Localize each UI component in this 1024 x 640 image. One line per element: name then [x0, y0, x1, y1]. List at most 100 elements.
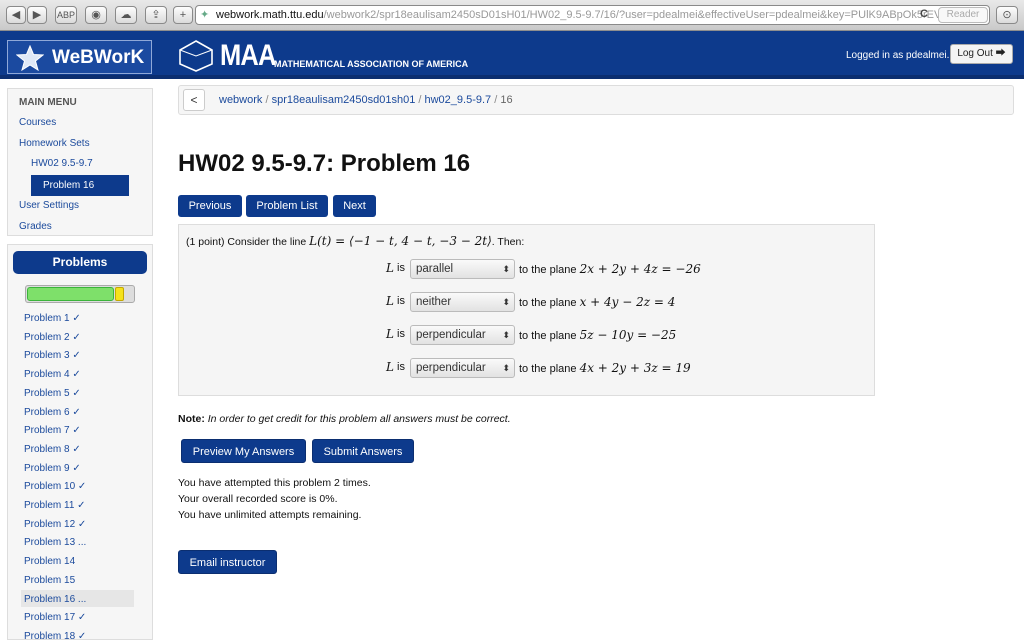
problem-list-button[interactable]: Problem List	[246, 195, 328, 217]
abp-icon[interactable]: ABP	[55, 6, 77, 24]
breadcrumb-problem: 16	[500, 94, 513, 106]
share-icon[interactable]: ⇪	[145, 6, 167, 24]
problem-link[interactable]: Problem 11 ✓	[24, 500, 86, 511]
problem-link[interactable]: Problem 9 ✓	[24, 463, 81, 474]
remaining-status: You have unlimited attempts remaining.	[178, 509, 362, 521]
plane-equation: 2x + 2y + 4z = −26	[579, 262, 701, 276]
problem-link[interactable]: Problem 16 ...	[24, 594, 86, 605]
problem-link[interactable]: Problem 4 ✓	[24, 369, 81, 380]
forward-arrow-icon[interactable]: ▶	[27, 6, 47, 24]
preview-answers-button[interactable]: Preview My Answers	[181, 439, 306, 463]
sidebar-item-homework-sets[interactable]: Homework Sets	[19, 138, 90, 149]
maa-subtitle: MATHEMATICAL ASSOCIATION OF AMERICA	[274, 59, 469, 69]
email-instructor-button[interactable]: Email instructor	[178, 550, 277, 574]
select-value: neither	[416, 296, 452, 308]
new-tab-button[interactable]: +	[173, 6, 193, 24]
progress-bar	[25, 285, 135, 303]
url-path: /webwork2/spr18eaulisam2450sD01sH01/HW02…	[323, 9, 945, 21]
progress-completed	[27, 287, 114, 301]
submit-answers-button[interactable]: Submit Answers	[312, 439, 414, 463]
next-button[interactable]: Next	[333, 195, 376, 217]
problem-link[interactable]: Problem 13 ...	[24, 537, 86, 548]
main-menu: MAIN MENU Courses Homework Sets HW02 9.5…	[7, 88, 153, 236]
is-label: is	[397, 262, 405, 274]
login-status: Logged in as pdealmei.	[846, 50, 950, 61]
problem-link[interactable]: Problem 8 ✓	[24, 444, 81, 455]
line-equation: L(t) = ⟨−1 − t, 4 − t, −3 − 2t⟩	[309, 234, 492, 248]
star-logo-icon	[16, 45, 44, 71]
problem-box: (1 point) Consider the line L(t) = ⟨−1 −…	[178, 224, 875, 396]
logout-button[interactable]: Log Out ⮕	[950, 44, 1013, 64]
line-symbol: L	[386, 360, 394, 374]
page-title: HW02 9.5-9.7: Problem 16	[178, 150, 471, 177]
is-label: is	[397, 328, 405, 340]
is-label: is	[397, 361, 405, 373]
sidebar-item-courses[interactable]: Courses	[19, 117, 56, 128]
sidebar-item-grades[interactable]: Grades	[19, 221, 52, 232]
sidebar-item-hw-set[interactable]: HW02 9.5-9.7	[31, 158, 93, 169]
to-plane-label: to the plane	[519, 264, 580, 276]
progress-current	[115, 287, 124, 301]
problem-link[interactable]: Problem 6 ✓	[24, 407, 81, 418]
breadcrumb-separator: /	[494, 94, 498, 106]
problems-panel: Problems Problem 1 ✓ Problem 2 ✓ Problem 3…	[7, 244, 153, 640]
plane-text: to the plane 5z − 10y = −25	[519, 328, 676, 342]
back-arrow-icon[interactable]: ◀	[6, 6, 26, 24]
url-bar[interactable]: ✦ webwork.math.ttu.edu/webwork2/spr18eau…	[195, 5, 990, 25]
problem-link[interactable]: Problem 2 ✓	[24, 332, 81, 343]
problem-statement: (1 point) Consider the line L(t) = ⟨−1 −…	[186, 234, 524, 248]
problem-link[interactable]: Problem 15	[24, 575, 75, 586]
previous-button[interactable]: Previous	[178, 195, 242, 217]
problem-link[interactable]: Problem 7 ✓	[24, 425, 81, 436]
cloud-icon[interactable]: ☁	[115, 6, 137, 24]
breadcrumb-course[interactable]: spr18eaulisam2450sd01sh01	[272, 94, 416, 106]
problem-link[interactable]: Problem 1 ✓	[24, 313, 81, 324]
to-plane-label: to the plane	[519, 297, 580, 309]
download-icon[interactable]: ⊙	[996, 6, 1018, 24]
breadcrumb-set[interactable]: hw02_9.5-9.7	[425, 94, 492, 106]
problem-link[interactable]: Problem 12 ✓	[24, 519, 86, 530]
problems-header: Problems	[13, 251, 147, 274]
note-label: Note:	[178, 413, 205, 425]
reader-button[interactable]: Reader	[938, 7, 988, 23]
plane-text: to the plane 4x + 2y + 3z = 19	[519, 361, 691, 375]
select-arrows-icon: ⬍	[502, 297, 510, 307]
plane-equation: x + 4y − 2z = 4	[579, 295, 676, 309]
webwork-logo[interactable]: WeBWorK	[7, 40, 152, 74]
relation-select[interactable]: parallel ⬍	[410, 259, 515, 279]
relation-select[interactable]: perpendicular ⬍	[410, 358, 515, 378]
problem-intro-text: (1 point) Consider the line	[186, 236, 310, 248]
problem-link[interactable]: Problem 3 ✓	[24, 350, 81, 361]
plane-equation: 5z − 10y = −25	[579, 328, 677, 342]
breadcrumb-path: webwork / spr18eaulisam2450sd01sh01 / hw…	[219, 94, 513, 106]
problem-link[interactable]: Problem 18 ✓	[24, 631, 86, 640]
select-arrows-icon: ⬍	[502, 363, 510, 373]
to-plane-label: to the plane	[519, 330, 580, 342]
problem-link[interactable]: Problem 5 ✓	[24, 388, 81, 399]
breadcrumb-separator: /	[265, 94, 269, 106]
breadcrumb-webwork[interactable]: webwork	[219, 94, 262, 106]
score-status: Your overall recorded score is 0%.	[178, 493, 338, 505]
relation-select[interactable]: perpendicular ⬍	[410, 325, 515, 345]
attempts-status: You have attempted this problem 2 times.	[178, 477, 371, 489]
sidebar-item-user-settings[interactable]: User Settings	[19, 200, 79, 211]
line-symbol: L	[386, 327, 394, 341]
line-symbol: L	[386, 294, 394, 308]
is-label: is	[397, 295, 405, 307]
breadcrumb: < webwork / spr18eaulisam2450sd01sh01 / …	[178, 85, 1014, 115]
note: Note: In order to get credit for this pr…	[178, 413, 511, 425]
extension-icon[interactable]: ◉	[85, 6, 107, 24]
problem-link[interactable]: Problem 14	[24, 556, 75, 567]
reload-icon[interactable]: C	[920, 8, 928, 20]
line-symbol: L	[386, 261, 394, 275]
select-arrows-icon: ⬍	[502, 264, 510, 274]
sidebar-item-current-problem[interactable]: Problem 16	[31, 175, 129, 196]
to-plane-label: to the plane	[519, 363, 580, 375]
chevron-left-icon[interactable]: <	[183, 89, 205, 111]
icosahedron-logo-icon	[179, 40, 213, 72]
browser-toolbar: ◀ ▶ ABP ◉ ☁ ⇪ + ✦ webwork.math.ttu.edu/w…	[0, 0, 1024, 31]
problem-link[interactable]: Problem 17 ✓	[24, 612, 86, 623]
problem-link[interactable]: Problem 10 ✓	[24, 481, 86, 492]
relation-select[interactable]: neither ⬍	[410, 292, 515, 312]
logo-text: WeBWorK	[52, 47, 145, 68]
